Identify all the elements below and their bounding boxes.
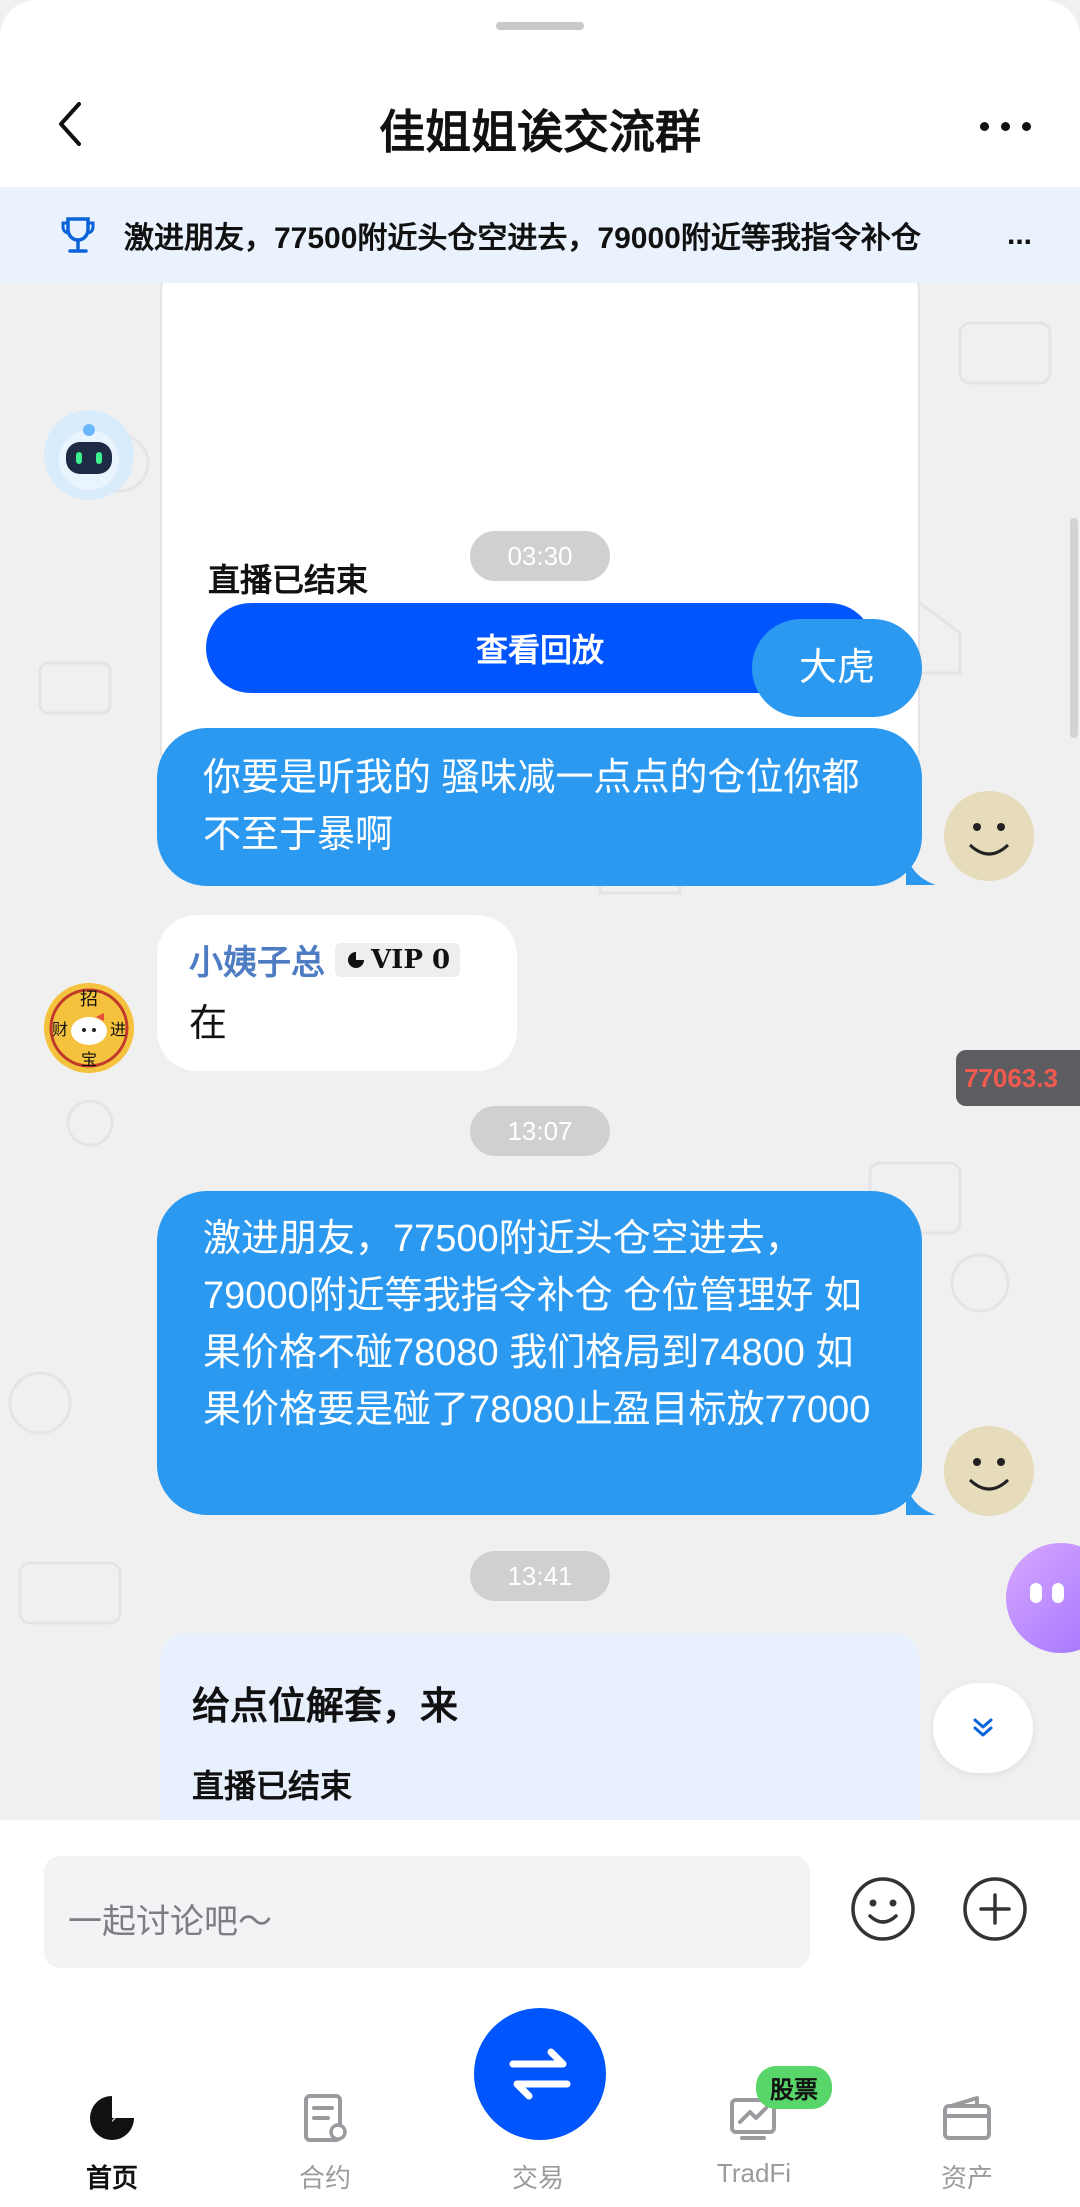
live-card[interactable]: 给点位解套，来 直播已结束 bbox=[160, 1633, 920, 1820]
emoji-button[interactable] bbox=[850, 1876, 916, 1942]
tab-label: 首页 bbox=[85, 2163, 138, 2193]
trophy-icon bbox=[58, 215, 98, 255]
contract-icon bbox=[297, 2090, 353, 2146]
message-bubble-outgoing[interactable]: 你要是听我的 骚味减一点点的仓位你都不至于暴啊 bbox=[157, 728, 922, 886]
tab-contract[interactable]: 合约 bbox=[255, 2090, 395, 2195]
more-icon bbox=[979, 121, 1031, 131]
tab-home[interactable]: 首页 bbox=[42, 2090, 182, 2195]
timestamp: 03:30 bbox=[470, 531, 610, 581]
sender-name[interactable]: 小姨子总 bbox=[189, 935, 325, 984]
bottom-tab-bar: 首页 合约 交易 TradFi 股票 资产 bbox=[0, 1990, 1080, 2207]
stock-badge: 股票 bbox=[756, 2066, 832, 2109]
tab-label: 合约 bbox=[298, 2163, 351, 2193]
timestamp: 13:41 bbox=[470, 1551, 610, 1601]
scroll-to-bottom-button[interactable] bbox=[933, 1683, 1033, 1773]
svg-text:财: 财 bbox=[52, 1020, 68, 1039]
tab-label: 资产 bbox=[940, 2163, 993, 2193]
message-text: 大虎 bbox=[798, 646, 875, 689]
home-icon bbox=[84, 2090, 140, 2146]
message-bubble-incoming[interactable]: 小姨子总 VIP 0 在 bbox=[157, 915, 517, 1071]
avatar[interactable] bbox=[944, 791, 1034, 881]
chevron-down-icon bbox=[973, 1718, 993, 1737]
message-input[interactable]: 一起讨论吧～ bbox=[44, 1856, 810, 1968]
bubble-tail bbox=[906, 1485, 936, 1515]
message-bubble-outgoing[interactable]: 激进朋友，77500附近头仓空进去，79000附近等我指令补仓 仓位管理好 如果… bbox=[157, 1191, 922, 1515]
vip-badge: VIP 0 bbox=[335, 942, 461, 977]
wallet-icon bbox=[939, 2090, 995, 2146]
live-status: 直播已结束 bbox=[208, 562, 369, 598]
message-text: 在 bbox=[189, 1003, 228, 1045]
message-text: 激进朋友，77500附近头仓空进去，79000附近等我指令补仓 仓位管理好 如果… bbox=[203, 1218, 871, 1431]
live-status: 直播已结束 bbox=[192, 1768, 353, 1804]
pinned-ellipsis: ... bbox=[1006, 218, 1032, 251]
tab-label: 交易 bbox=[511, 2163, 564, 2193]
tab-trade[interactable]: 交易 bbox=[468, 2090, 608, 2195]
svg-text:宝: 宝 bbox=[81, 1050, 97, 1069]
assistant-robot-button[interactable] bbox=[1006, 1543, 1080, 1653]
avatar[interactable]: 招财 进宝 bbox=[44, 983, 134, 1073]
avatar[interactable] bbox=[944, 1426, 1034, 1516]
emoji-icon bbox=[851, 1877, 915, 1941]
svg-text:进: 进 bbox=[110, 1020, 126, 1039]
pinned-message[interactable]: 激进朋友，77500附近头仓空进去，79000附近等我指令补仓 ... bbox=[0, 187, 1080, 283]
scrollbar[interactable] bbox=[1070, 518, 1078, 738]
timestamp: 13:07 bbox=[470, 1106, 610, 1156]
live-title: 给点位解套，来 bbox=[192, 1686, 459, 1728]
page-title: 佳姐姐诶交流群 bbox=[379, 106, 701, 158]
drag-handle[interactable] bbox=[496, 22, 584, 30]
composer: 一起讨论吧～ bbox=[0, 1820, 1080, 1990]
avatar[interactable] bbox=[44, 410, 134, 500]
vip-level: VIP 0 bbox=[371, 944, 451, 975]
message-list[interactable]: 直播已结束 查看回放 03:30 大虎 你要是听我的 骚味减一点点的仓位你都不至… bbox=[0, 283, 1080, 1820]
sender-row: 小姨子总 VIP 0 bbox=[189, 935, 485, 984]
pinned-text: 激进朋友，77500附近头仓空进去，79000附近等我指令补仓 bbox=[124, 222, 921, 255]
chat-header: 佳姐姐诶交流群 bbox=[0, 0, 1080, 187]
vip-icon bbox=[348, 951, 364, 968]
price-tag[interactable]: 77063.3 bbox=[956, 1050, 1080, 1106]
input-placeholder: 一起讨论吧～ bbox=[68, 1903, 272, 1941]
plus-icon bbox=[963, 1877, 1027, 1941]
tab-label: TradFi bbox=[716, 2158, 792, 2188]
message-bubble-outgoing[interactable]: 大虎 bbox=[752, 619, 922, 717]
attach-button[interactable] bbox=[962, 1876, 1028, 1942]
tab-assets[interactable]: 资产 bbox=[897, 2090, 1037, 2195]
svg-text:招: 招 bbox=[80, 989, 98, 1010]
more-button[interactable] bbox=[970, 96, 1040, 156]
message-text: 你要是听我的 骚味减一点点的仓位你都不至于暴啊 bbox=[203, 757, 860, 856]
bubble-tail bbox=[906, 855, 936, 885]
chat-screen: 佳姐姐诶交流群 激进朋友，77500附近头仓空进去，79000附近等我指令补仓 … bbox=[0, 0, 1080, 2207]
